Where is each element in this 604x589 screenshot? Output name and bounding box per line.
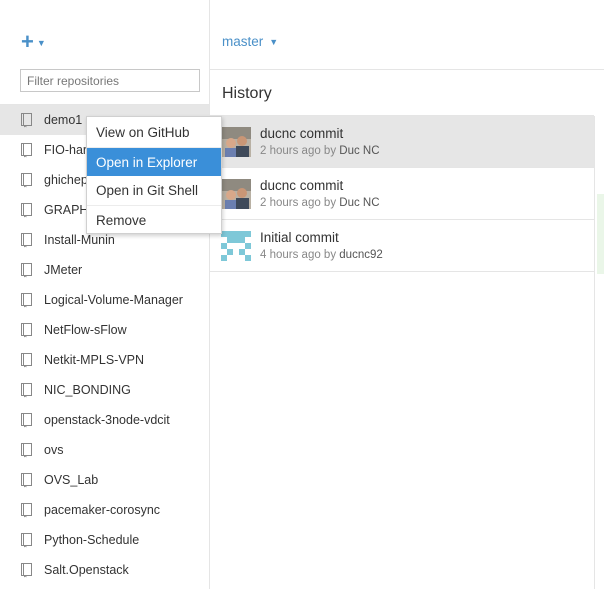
commit-meta: 2 hours ago by Duc NC xyxy=(260,143,380,159)
repository-name: demo1 xyxy=(44,113,83,127)
repository-item[interactable]: NIC_BONDING xyxy=(0,375,209,405)
repo-icon xyxy=(21,562,32,577)
add-repository-button[interactable]: + ▼ xyxy=(21,29,46,54)
repository-name: ovs xyxy=(44,443,64,457)
branch-name: master xyxy=(222,34,264,49)
header: master ▼ xyxy=(210,0,604,70)
commit-row[interactable]: ducnc commit 2 hours ago by Duc NC xyxy=(210,116,594,168)
commit-time: 2 hours ago by xyxy=(260,144,340,157)
filter-repositories-input[interactable] xyxy=(20,69,200,92)
commit-title: Initial commit xyxy=(260,229,339,245)
commit-row[interactable]: ducnc commit 2 hours ago by Duc NC xyxy=(210,168,594,220)
repo-icon xyxy=(21,112,32,127)
repository-name: Install-Munin xyxy=(44,233,115,247)
repository-name: Salt.Openstack xyxy=(44,563,129,577)
history-title: History xyxy=(222,85,272,102)
commit-author: Duc NC xyxy=(339,196,380,209)
commit-title: ducnc commit xyxy=(260,177,344,193)
repository-name: NetFlow-sFlow xyxy=(44,323,127,337)
commit-title: ducnc commit xyxy=(260,125,344,141)
repository-item[interactable]: Logical-Volume-Manager xyxy=(0,285,209,315)
repository-item[interactable]: pacemaker-corosync xyxy=(0,495,209,525)
repo-icon xyxy=(21,232,32,247)
commit-row[interactable]: Initial commit 4 hours ago by ducnc92 xyxy=(210,220,594,272)
repository-item[interactable]: openstack-3node-vdcit xyxy=(0,405,209,435)
repo-icon xyxy=(21,202,32,217)
repository-item[interactable]: Python-Schedule xyxy=(0,525,209,555)
repository-name: OVS_Lab xyxy=(44,473,99,487)
commit-meta: 2 hours ago by Duc NC xyxy=(260,195,380,211)
menu-item[interactable]: Remove xyxy=(87,205,221,234)
repository-name: Logical-Volume-Manager xyxy=(44,293,183,307)
repository-item[interactable]: Netkit-MPLS-VPN xyxy=(0,345,209,375)
repository-item[interactable]: JMeter xyxy=(0,255,209,285)
repo-icon xyxy=(21,142,32,157)
commit-author: ducnc92 xyxy=(339,248,383,261)
repo-icon xyxy=(21,352,32,367)
repo-icon xyxy=(21,442,32,457)
repository-context-menu: View on GitHub Open in Explorer Open in Gi… xyxy=(86,116,222,234)
repo-icon xyxy=(21,322,32,337)
commit-time: 4 hours ago by xyxy=(260,248,340,261)
repository-name: NIC_BONDING xyxy=(44,383,131,397)
avatar xyxy=(221,178,251,209)
repository-item[interactable]: NetFlow-sFlow xyxy=(0,315,209,345)
repo-icon xyxy=(21,262,32,277)
commit-time: 2 hours ago by xyxy=(260,196,340,209)
repo-icon xyxy=(21,412,32,427)
repository-item[interactable]: OVS_Lab xyxy=(0,465,209,495)
commit-list: ducnc commit 2 hours ago by Duc NC ducnc c… xyxy=(210,116,594,272)
repository-name: Netkit-MPLS-VPN xyxy=(44,353,145,367)
menu-item[interactable]: Open in Git Shell xyxy=(87,176,221,205)
repository-item[interactable]: Salt.Openstack xyxy=(0,555,209,585)
avatar xyxy=(221,126,251,157)
chevron-down-icon: ▼ xyxy=(36,38,46,48)
chevron-down-icon: ▼ xyxy=(269,36,279,47)
repo-icon xyxy=(21,532,32,547)
diff-pane-edge xyxy=(594,116,604,589)
repo-icon xyxy=(21,172,32,187)
repository-name: ghichep xyxy=(44,173,88,187)
sidebar: + ▼ demo1FIO-hardghichepGRAPHITInstall-M… xyxy=(0,0,210,589)
plus-icon: + xyxy=(21,29,34,54)
commit-meta: 4 hours ago by ducnc92 xyxy=(260,247,383,263)
repository-name: openstack-3node-vdcit xyxy=(44,413,170,427)
avatar xyxy=(221,230,251,261)
repository-item[interactable]: ovs xyxy=(0,435,209,465)
branch-selector[interactable]: master ▼ xyxy=(222,34,278,49)
repository-name: Python-Schedule xyxy=(44,533,140,547)
repo-icon xyxy=(21,292,32,307)
commit-author: Duc NC xyxy=(339,144,380,157)
repo-icon xyxy=(21,502,32,517)
repo-icon xyxy=(21,472,32,487)
menu-item[interactable]: View on GitHub xyxy=(87,118,221,147)
repository-name: JMeter xyxy=(44,263,83,277)
menu-item[interactable]: Open in Explorer xyxy=(87,147,221,176)
repo-icon xyxy=(21,382,32,397)
repository-name: pacemaker-corosync xyxy=(44,503,161,517)
